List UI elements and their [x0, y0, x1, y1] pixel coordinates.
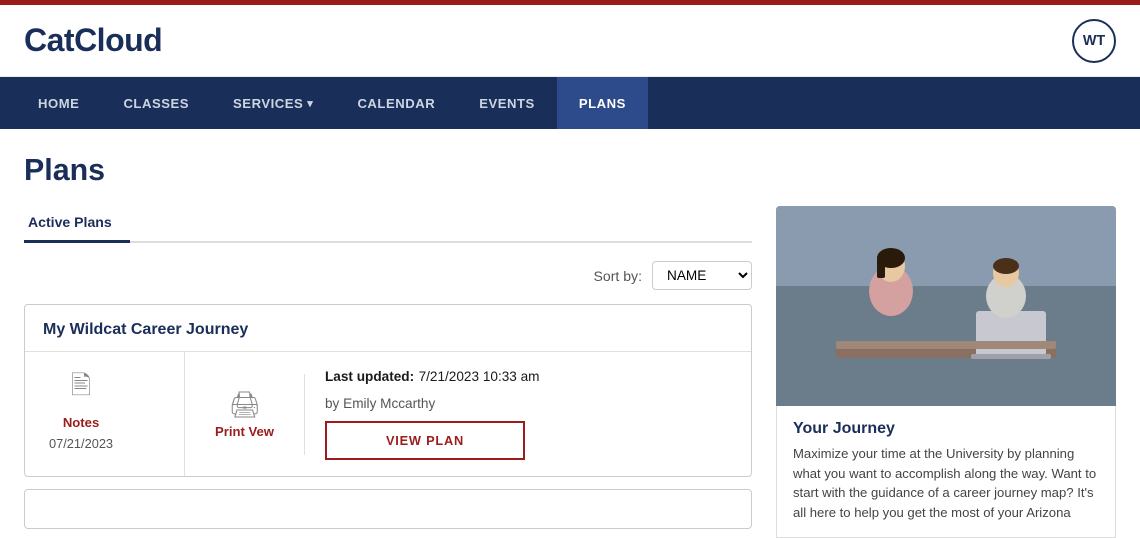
left-panel: Active Plans Sort by: NAMEDATE My Wildca… — [24, 206, 752, 529]
print-link[interactable]: Print Vew — [215, 424, 274, 439]
nav-item-events[interactable]: EVENTS — [457, 77, 557, 129]
main-nav: HOMECLASSESSERVICES ▾CALENDAREVENTSPLANS — [0, 77, 1140, 129]
nav-item-home[interactable]: HOME — [16, 77, 101, 129]
nav-item-plans[interactable]: PLANS — [557, 77, 648, 129]
nav-item-calendar[interactable]: CALENDAR — [335, 77, 457, 129]
last-updated-line: Last updated: 7/21/2023 10:33 am — [325, 368, 731, 386]
journey-text: Maximize your time at the University by … — [777, 444, 1115, 537]
sort-select[interactable]: NAMEDATE — [652, 261, 752, 290]
notes-link[interactable]: Notes — [63, 415, 99, 430]
plan-actions-right: 🖨 Print Vew Last updated: 7/21/2023 10:3… — [185, 352, 751, 476]
plan-card-title: My Wildcat Career Journey — [25, 305, 751, 352]
main-layout: Active Plans Sort by: NAMEDATE My Wildca… — [24, 206, 1116, 538]
last-updated-label: Last updated: — [325, 369, 414, 384]
plan-notes-section: 🖹 Notes 07/21/2023 — [25, 352, 185, 476]
plan-info: Last updated: 7/21/2023 10:33 am by Emil… — [305, 352, 751, 476]
sort-label: Sort by: — [593, 268, 642, 284]
print-section: 🖨 Print Vew — [185, 374, 305, 455]
notes-date: 07/21/2023 — [49, 436, 113, 451]
header: CatCloud WT — [0, 5, 1140, 77]
notes-icon: 🖹 — [71, 368, 92, 411]
logo: CatCloud — [24, 22, 162, 59]
journey-title: Your Journey — [777, 406, 1115, 444]
last-updated-value: 7/21/2023 10:33 am — [419, 369, 540, 384]
notes-item: 🖹 Notes 07/21/2023 — [49, 368, 113, 451]
tabs-bar: Active Plans — [24, 206, 752, 243]
page-title: Plans — [24, 153, 1116, 188]
journey-image — [776, 206, 1116, 406]
print-icon: 🖨 — [228, 390, 261, 420]
page-content: Plans Active Plans Sort by: NAMEDATE My … — [0, 129, 1140, 538]
journey-card: Your Journey Maximize your time at the U… — [776, 406, 1116, 538]
view-plan-button[interactable]: VIEW PLAN — [325, 421, 525, 460]
plan-card-body: 🖹 Notes 07/21/2023 🖨 Print Vew Last u — [25, 352, 751, 476]
tab-active-plans[interactable]: Active Plans — [24, 206, 130, 243]
avatar[interactable]: WT — [1072, 19, 1116, 63]
chevron-down-icon: ▾ — [307, 97, 313, 110]
plan-card-partial — [24, 489, 752, 529]
updated-by: by Emily Mccarthy — [325, 396, 731, 411]
plan-card: My Wildcat Career Journey 🖹 Notes 07/21/… — [24, 304, 752, 477]
nav-item-classes[interactable]: CLASSES — [101, 77, 211, 129]
nav-item-services[interactable]: SERVICES ▾ — [211, 77, 335, 129]
right-panel: Your Journey Maximize your time at the U… — [776, 206, 1116, 538]
sort-bar: Sort by: NAMEDATE — [24, 261, 752, 290]
